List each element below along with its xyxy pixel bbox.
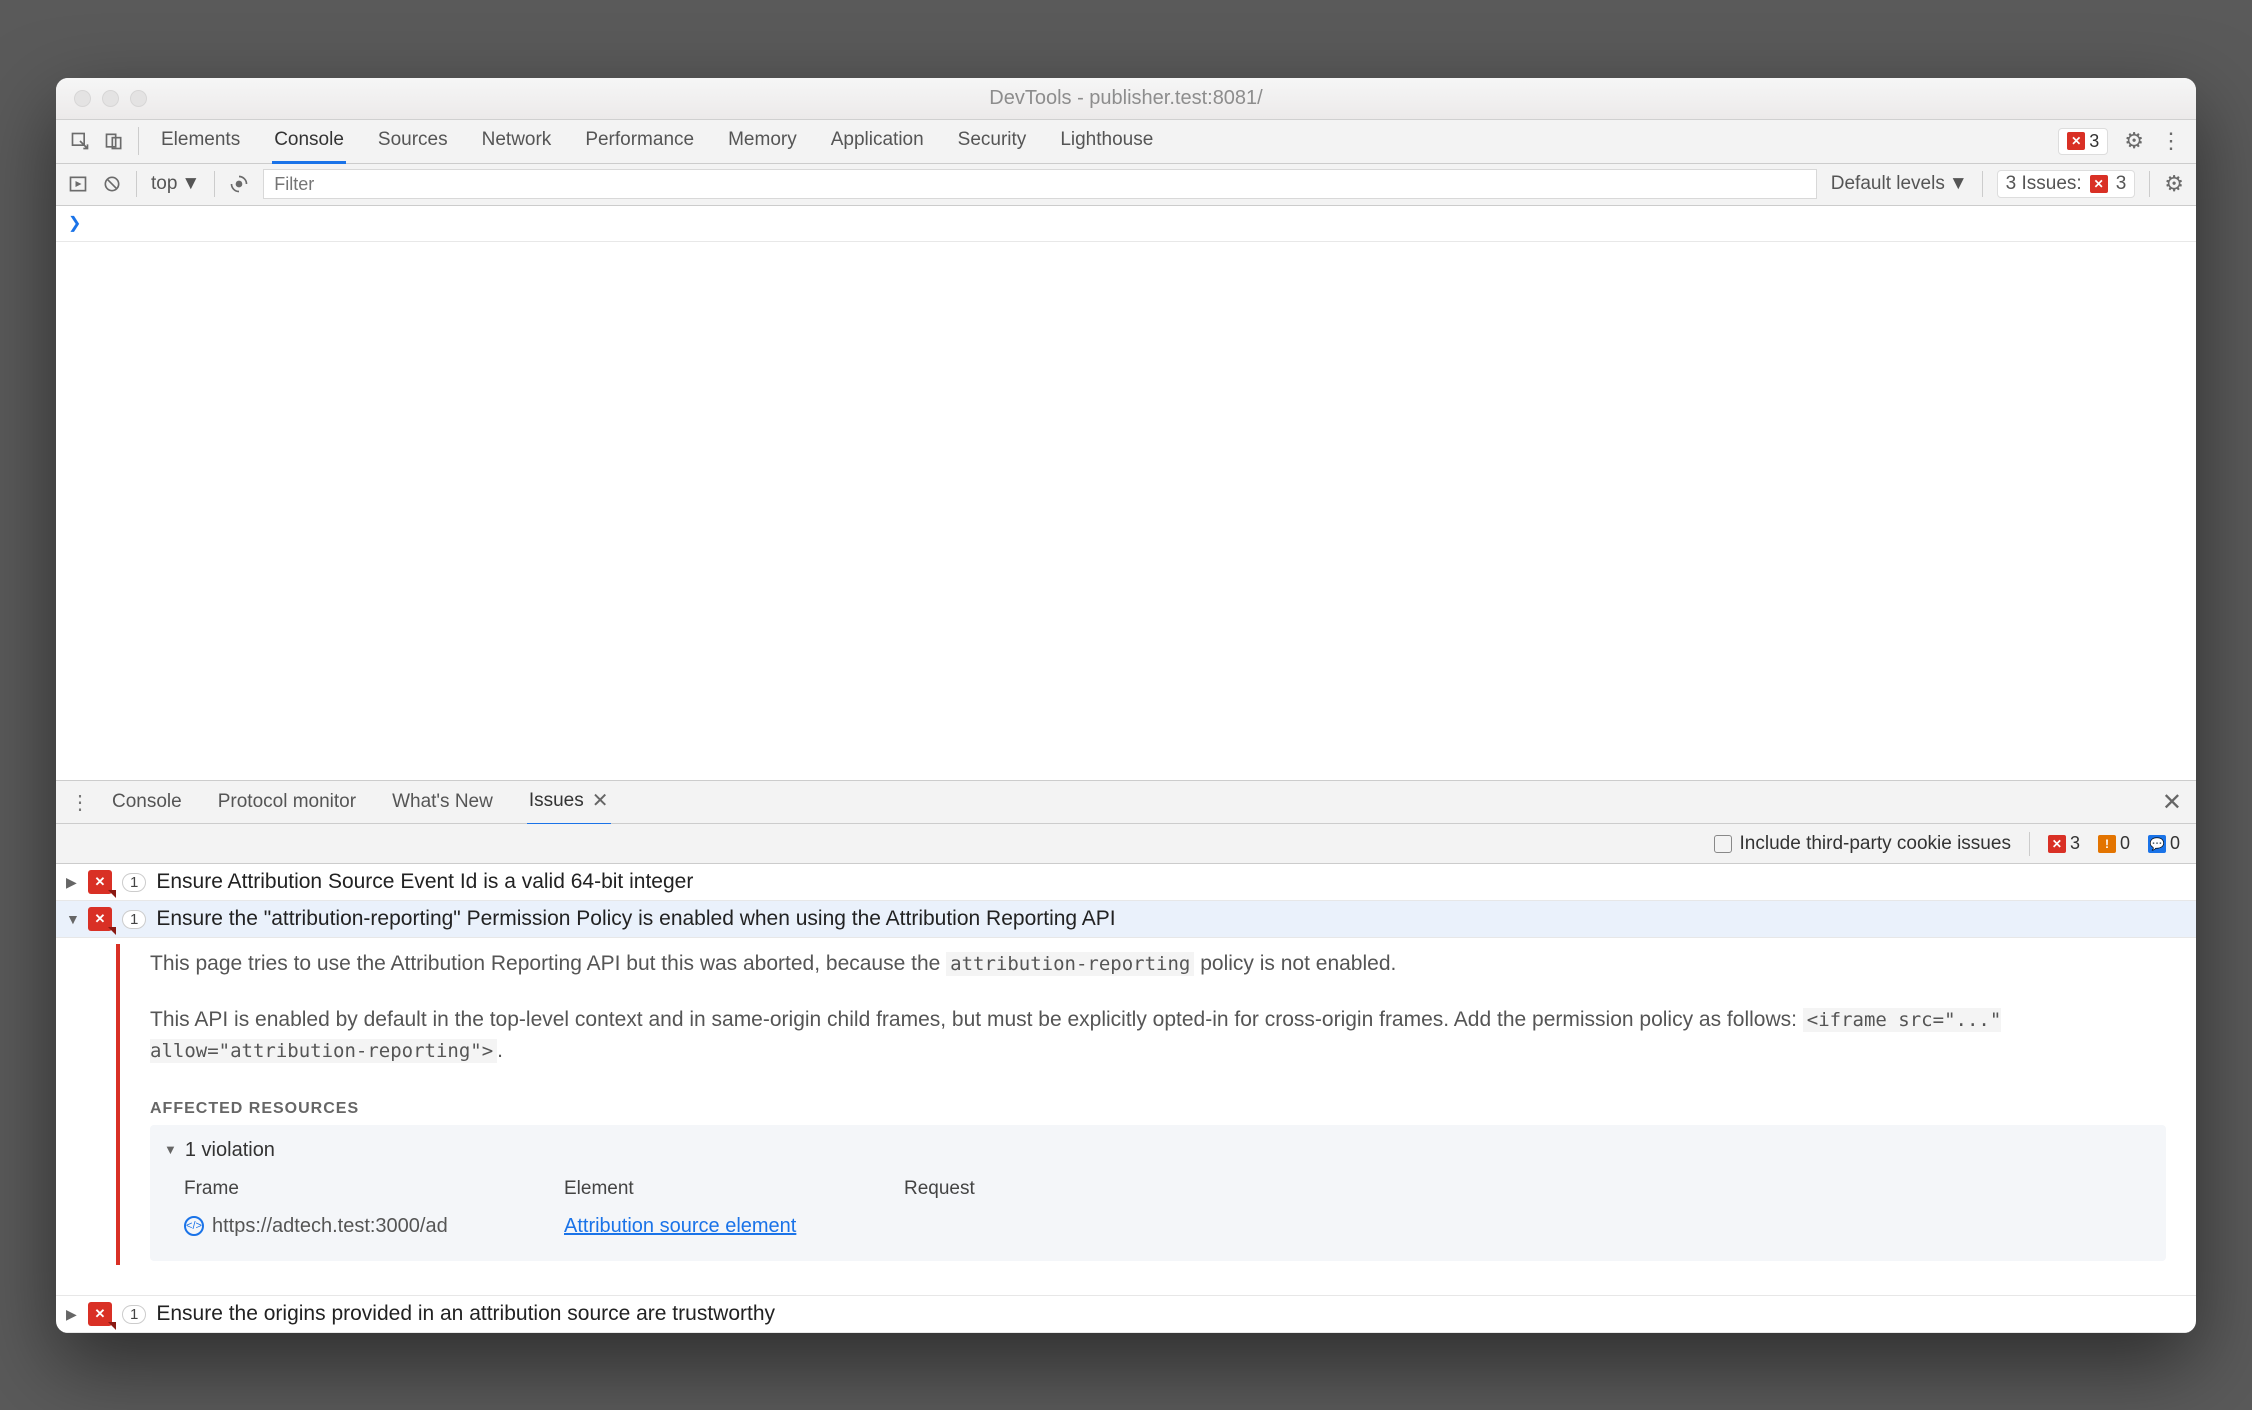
execution-context-selector[interactable]: top ▼ — [151, 173, 200, 195]
col-frame: Frame — [184, 1175, 564, 1204]
issue-description-2: This API is enabled by default in the to… — [150, 1004, 2166, 1067]
drawer-tab-console[interactable]: Console — [110, 778, 184, 826]
issue-title: Ensure the origins provided in an attrib… — [156, 1302, 775, 1326]
console-filter-input[interactable] — [263, 169, 1817, 199]
tab-elements[interactable]: Elements — [159, 119, 242, 164]
tab-lighthouse[interactable]: Lighthouse — [1058, 119, 1155, 164]
drawer-more-icon[interactable]: ⋮ — [70, 790, 90, 815]
col-request: Request — [904, 1175, 1104, 1204]
issue-description-1: This page tries to use the Attribution R… — [150, 948, 2166, 980]
drawer-tab-protocol-monitor[interactable]: Protocol monitor — [216, 778, 358, 826]
warning-count-stat[interactable]: !0 — [2098, 833, 2130, 854]
issue-row[interactable]: ▼ 1 Ensure the "attribution-reporting" P… — [56, 901, 2196, 938]
main-tabbar: Elements Console Sources Network Perform… — [56, 120, 2196, 164]
drawer-tab-whats-new[interactable]: What's New — [390, 778, 495, 826]
log-levels-selector[interactable]: Default levels ▼ — [1831, 173, 1968, 195]
third-party-cookie-checkbox[interactable]: Include third-party cookie issues — [1714, 833, 2011, 855]
issue-title: Ensure Attribution Source Event Id is a … — [156, 870, 693, 894]
frame-icon: </> — [184, 1216, 204, 1236]
chevron-down-icon: ▼ — [181, 173, 200, 195]
checkbox-icon — [1714, 835, 1732, 853]
tab-network[interactable]: Network — [480, 119, 554, 164]
close-drawer-icon[interactable]: ✕ — [2162, 788, 2182, 817]
affected-resources-box: ▼ 1 violation Frame Element Request </> … — [150, 1125, 2166, 1262]
toggle-sidebar-icon[interactable] — [68, 174, 88, 194]
issue-row[interactable]: ▶ 1 Ensure Attribution Source Event Id i… — [56, 864, 2196, 901]
issue-count-badge: 1 — [122, 910, 146, 929]
breaking-change-icon — [88, 870, 112, 894]
console-toolbar: top ▼ Default levels ▼ 3 Issues: ✕ 3 ⚙ — [56, 164, 2196, 206]
devtools-window: DevTools - publisher.test:8081/ Elements… — [56, 78, 2196, 1333]
element-link[interactable]: Attribution source element — [564, 1211, 796, 1241]
code-policy-name: attribution-reporting — [946, 952, 1194, 976]
frame-cell[interactable]: </> https://adtech.test:3000/ad — [184, 1211, 564, 1241]
header-error-count: 3 — [2089, 131, 2099, 152]
window-title: DevTools - publisher.test:8081/ — [56, 87, 2196, 110]
collapse-icon: ▼ — [164, 1140, 177, 1160]
execution-context-label: top — [151, 173, 177, 195]
tab-memory[interactable]: Memory — [726, 119, 799, 164]
issue-count-badge: 1 — [122, 873, 146, 892]
affected-resources-heading: AFFECTED RESOURCES — [150, 1097, 2166, 1121]
console-prompt[interactable]: ❯ — [56, 206, 2196, 242]
toolbar-issues-badge[interactable]: 3 Issues: ✕ 3 — [1997, 170, 2136, 198]
issue-row[interactable]: ▶ 1 Ensure the origins provided in an at… — [56, 1296, 2196, 1333]
tab-application[interactable]: Application — [829, 119, 926, 164]
info-count-stat[interactable]: 💬0 — [2148, 833, 2180, 854]
breaking-change-icon — [88, 907, 112, 931]
violation-toggle[interactable]: ▼ 1 violation — [164, 1135, 2152, 1165]
console-settings-icon[interactable]: ⚙ — [2164, 171, 2184, 197]
drawer-tab-issues[interactable]: Issues ✕ — [527, 778, 611, 826]
window-titlebar: DevTools - publisher.test:8081/ — [56, 78, 2196, 120]
issues-list: ▶ 1 Ensure Attribution Source Event Id i… — [56, 864, 2196, 1333]
main-tabs: Elements Console Sources Network Perform… — [139, 119, 2058, 164]
tab-console[interactable]: Console — [272, 119, 346, 164]
inspect-icon[interactable] — [70, 131, 90, 151]
expand-icon: ▶ — [66, 874, 78, 891]
chevron-down-icon: ▼ — [1949, 173, 1968, 195]
error-count-stat[interactable]: ✕3 — [2048, 833, 2080, 854]
error-icon: ✕ — [2048, 835, 2066, 853]
warning-icon: ! — [2098, 835, 2116, 853]
tab-performance[interactable]: Performance — [583, 119, 696, 164]
col-element: Element — [564, 1175, 904, 1204]
collapse-icon: ▼ — [66, 911, 78, 927]
issues-count: 3 — [2116, 173, 2127, 195]
issue-detail: This page tries to use the Attribution R… — [116, 944, 2196, 1265]
issue-count-badge: 1 — [122, 1305, 146, 1324]
issue-title: Ensure the "attribution-reporting" Permi… — [156, 907, 1115, 931]
issues-filterbar: Include third-party cookie issues ✕3 !0 … — [56, 824, 2196, 864]
live-expression-icon[interactable] — [229, 174, 249, 194]
issues-label: 3 Issues: — [2006, 173, 2082, 195]
tab-sources[interactable]: Sources — [376, 119, 450, 164]
settings-icon[interactable]: ⚙ — [2124, 128, 2144, 154]
more-icon[interactable]: ⋮ — [2160, 128, 2182, 154]
error-icon: ✕ — [2067, 132, 2085, 150]
device-toggle-icon[interactable] — [104, 131, 124, 151]
log-levels-label: Default levels — [1831, 173, 1945, 195]
error-icon: ✕ — [2090, 175, 2108, 193]
request-cell — [904, 1211, 1104, 1241]
breaking-change-icon — [88, 1302, 112, 1326]
info-icon: 💬 — [2148, 835, 2166, 853]
clear-console-icon[interactable] — [102, 174, 122, 194]
tab-security[interactable]: Security — [956, 119, 1029, 164]
drawer-tabbar: ⋮ Console Protocol monitor What's New Is… — [56, 780, 2196, 824]
element-cell[interactable]: Attribution source element — [564, 1211, 904, 1241]
affected-resources-table: Frame Element Request </> https://adtech… — [164, 1175, 2152, 1242]
close-tab-icon[interactable]: ✕ — [592, 788, 609, 813]
expand-icon: ▶ — [66, 1306, 78, 1323]
header-error-badge[interactable]: ✕ 3 — [2058, 128, 2108, 155]
